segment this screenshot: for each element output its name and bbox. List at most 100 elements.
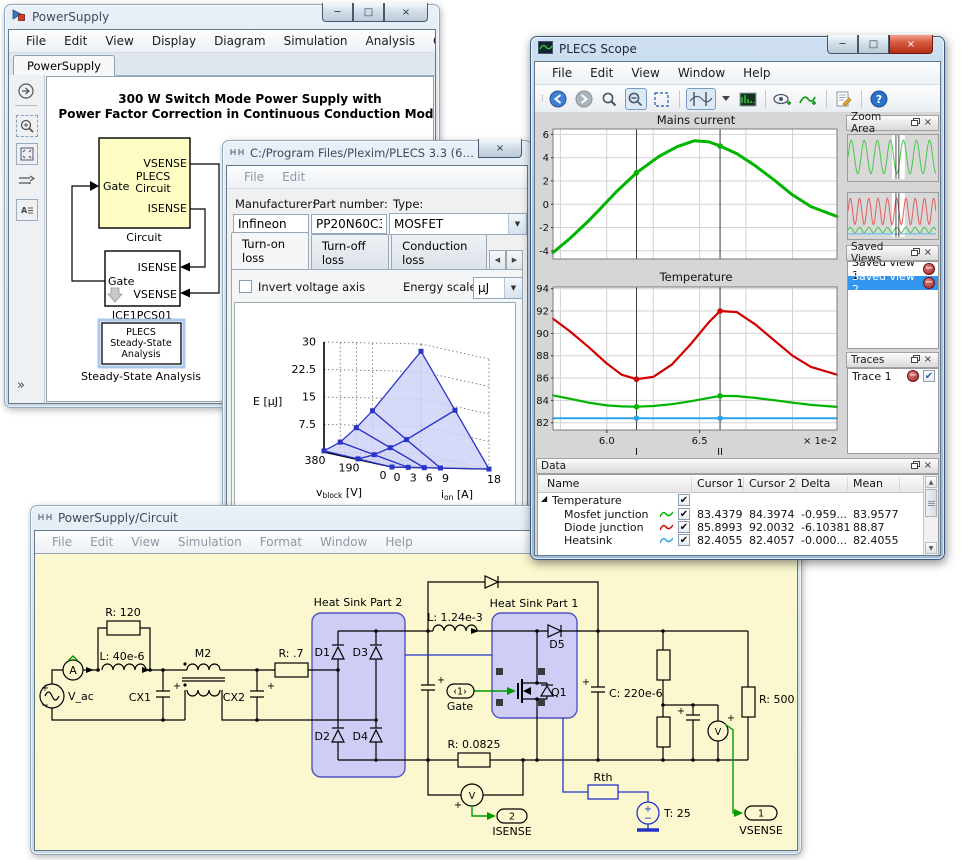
- menu-view[interactable]: View: [122, 533, 168, 551]
- delete-view-icon[interactable]: −: [923, 277, 935, 289]
- filter-inductor[interactable]: [102, 664, 146, 670]
- group-visible-checkbox[interactable]: ✔: [678, 494, 690, 506]
- float-panel-icon[interactable]: [909, 355, 922, 366]
- col-cursor1[interactable]: Cursor 1: [697, 477, 744, 490]
- signal-visible-checkbox[interactable]: ✔: [678, 508, 690, 520]
- menu-edit[interactable]: Edit: [81, 533, 122, 551]
- invert-voltage-axis-checkbox[interactable]: [239, 280, 252, 293]
- add-view-icon[interactable]: [772, 88, 794, 110]
- cx2-capacitor[interactable]: [250, 691, 264, 697]
- zoom-x-icon[interactable]: [625, 88, 647, 110]
- float-panel-icon[interactable]: [909, 118, 922, 129]
- menu-analysis[interactable]: Analysis: [357, 32, 424, 50]
- tab-scroll-left-icon[interactable]: ◀: [489, 250, 506, 270]
- tab-conduction-loss[interactable]: Conduction loss: [391, 234, 487, 270]
- thermal-resistor[interactable]: [588, 785, 618, 799]
- delete-view-icon[interactable]: −: [923, 263, 935, 275]
- toolbar-overflow-chevron[interactable]: »: [17, 378, 25, 393]
- circuit-schematic-svg[interactable]: Heat Sink Part 2 Heat Sink Part 1 + − V_…: [30, 557, 802, 855]
- dc-link-capacitor[interactable]: [421, 685, 435, 690]
- properties-icon[interactable]: [833, 88, 855, 110]
- manufacturer-input[interactable]: [233, 214, 309, 234]
- steady-state-block[interactable]: PLECS Steady-State Analysis: [99, 320, 184, 367]
- zoom-select-icon[interactable]: [16, 115, 38, 137]
- signal-visible-checkbox[interactable]: ✔: [678, 534, 690, 546]
- tab-scroll-right-icon[interactable]: ▶: [506, 250, 523, 270]
- menu-simulation[interactable]: Simulation: [169, 533, 251, 551]
- circuit-subsystem-block[interactable]: VSENSE PLECS Circuit Gate ISENSE: [99, 138, 190, 228]
- menu-file[interactable]: File: [17, 32, 55, 50]
- col-name[interactable]: Name: [547, 477, 579, 490]
- go-into-subsystem-icon[interactable]: [16, 81, 36, 101]
- close-panel-icon[interactable]: ×: [922, 248, 934, 258]
- menu-window[interactable]: Window: [669, 64, 734, 82]
- menu-display[interactable]: Display: [143, 32, 205, 50]
- float-panel-icon[interactable]: [909, 461, 922, 472]
- menu-edit[interactable]: Edit: [55, 32, 96, 50]
- output-capacitor[interactable]: [591, 687, 605, 692]
- scrollbar-thumb[interactable]: [925, 489, 937, 517]
- expand-icon[interactable]: ◢: [541, 494, 547, 503]
- mains-plot-svg[interactable]: 6420-2-4: [535, 126, 839, 264]
- tab-turn-on-loss[interactable]: Turn-on loss: [231, 232, 309, 270]
- damping-resistor[interactable]: [275, 663, 308, 677]
- fourier-view-icon[interactable]: [737, 88, 759, 110]
- table-row[interactable]: Diode junction ✔ 85.8993 92.0032 -6.1038…: [538, 521, 923, 534]
- menu-view[interactable]: View: [96, 32, 142, 50]
- tab-powersupply[interactable]: PowerSupply: [13, 55, 115, 76]
- zoom-thumbnail-1[interactable]: [847, 134, 939, 182]
- menu-simulation[interactable]: Simulation: [275, 32, 357, 50]
- help-button[interactable]: ?: [868, 88, 890, 110]
- cursors-button[interactable]: [686, 88, 716, 110]
- trace-visible-checkbox[interactable]: ✔: [923, 370, 935, 382]
- table-group-row[interactable]: ◢ Temperature ✔: [538, 494, 923, 507]
- type-dropdown[interactable]: MOSFET ▼: [389, 213, 527, 235]
- cx1-capacitor[interactable]: [156, 691, 170, 697]
- divider-resistor-bottom[interactable]: [657, 717, 670, 747]
- zoom-icon[interactable]: [599, 88, 621, 110]
- scroll-up-icon[interactable]: ▲: [925, 476, 937, 488]
- signal-visible-checkbox[interactable]: ✔: [678, 521, 690, 533]
- close-panel-icon[interactable]: ×: [922, 118, 934, 128]
- minimize-button[interactable]: ─: [827, 35, 858, 54]
- col-mean[interactable]: Mean: [853, 477, 883, 490]
- signal-flow-icon[interactable]: [16, 171, 36, 191]
- table-row[interactable]: Heatsink ✔ 82.4055 82.4057 -0.000... 82.…: [538, 534, 923, 547]
- close-button[interactable]: ×: [478, 139, 522, 158]
- menu-file[interactable]: File: [235, 168, 273, 186]
- filter-resistor[interactable]: [107, 621, 140, 635]
- sense-capacitor[interactable]: [686, 715, 700, 720]
- col-delta[interactable]: Delta: [801, 477, 830, 490]
- add-trace-icon[interactable]: [798, 88, 820, 110]
- heat-sink-part1-block[interactable]: [492, 613, 577, 718]
- fit-view-icon[interactable]: [16, 143, 38, 165]
- back-button[interactable]: [547, 88, 569, 110]
- common-mode-choke[interactable]: [182, 662, 225, 696]
- saved-view-item-selected[interactable]: Saved view 2 −: [848, 276, 938, 290]
- menu-format[interactable]: Format: [251, 533, 311, 551]
- menu-edit[interactable]: Edit: [581, 64, 622, 82]
- table-scrollbar[interactable]: ▲ ▼: [923, 475, 938, 555]
- maximize-button[interactable]: □: [353, 3, 384, 22]
- heat-sink-part2-block[interactable]: [312, 613, 405, 777]
- zoom-thumbnail-2[interactable]: [847, 192, 939, 240]
- menu-window[interactable]: Window: [311, 533, 376, 551]
- energy-scale-dropdown[interactable]: µJ ▼: [473, 277, 523, 299]
- surface-plot-svg[interactable]: 7.51522.5303801900036918E [µJ]vblock [V]…: [239, 306, 507, 504]
- tab-turn-off-loss[interactable]: Turn-off loss: [311, 234, 389, 270]
- col-cursor2[interactable]: Cursor 2: [749, 477, 796, 490]
- load-resistor[interactable]: [742, 687, 755, 717]
- table-row[interactable]: Mosfet junction ✔ 83.4379 84.3974 -0.959…: [538, 508, 923, 521]
- close-button[interactable]: ×: [384, 3, 428, 22]
- menu-diagram[interactable]: Diagram: [205, 32, 275, 50]
- menu-view[interactable]: View: [622, 64, 668, 82]
- maximize-button[interactable]: □: [858, 35, 889, 54]
- scroll-down-icon[interactable]: ▼: [925, 542, 937, 554]
- menu-code[interactable]: Code: [424, 32, 436, 50]
- float-panel-icon[interactable]: [909, 248, 922, 259]
- delete-trace-icon[interactable]: −: [907, 370, 919, 382]
- part-number-input[interactable]: [311, 214, 387, 234]
- trace-item[interactable]: Trace 1 − ✔: [848, 369, 938, 383]
- close-panel-icon[interactable]: ×: [922, 355, 934, 365]
- temperature-plot-svg[interactable]: 949290888684826.06.5× 1e-2III: [535, 283, 839, 455]
